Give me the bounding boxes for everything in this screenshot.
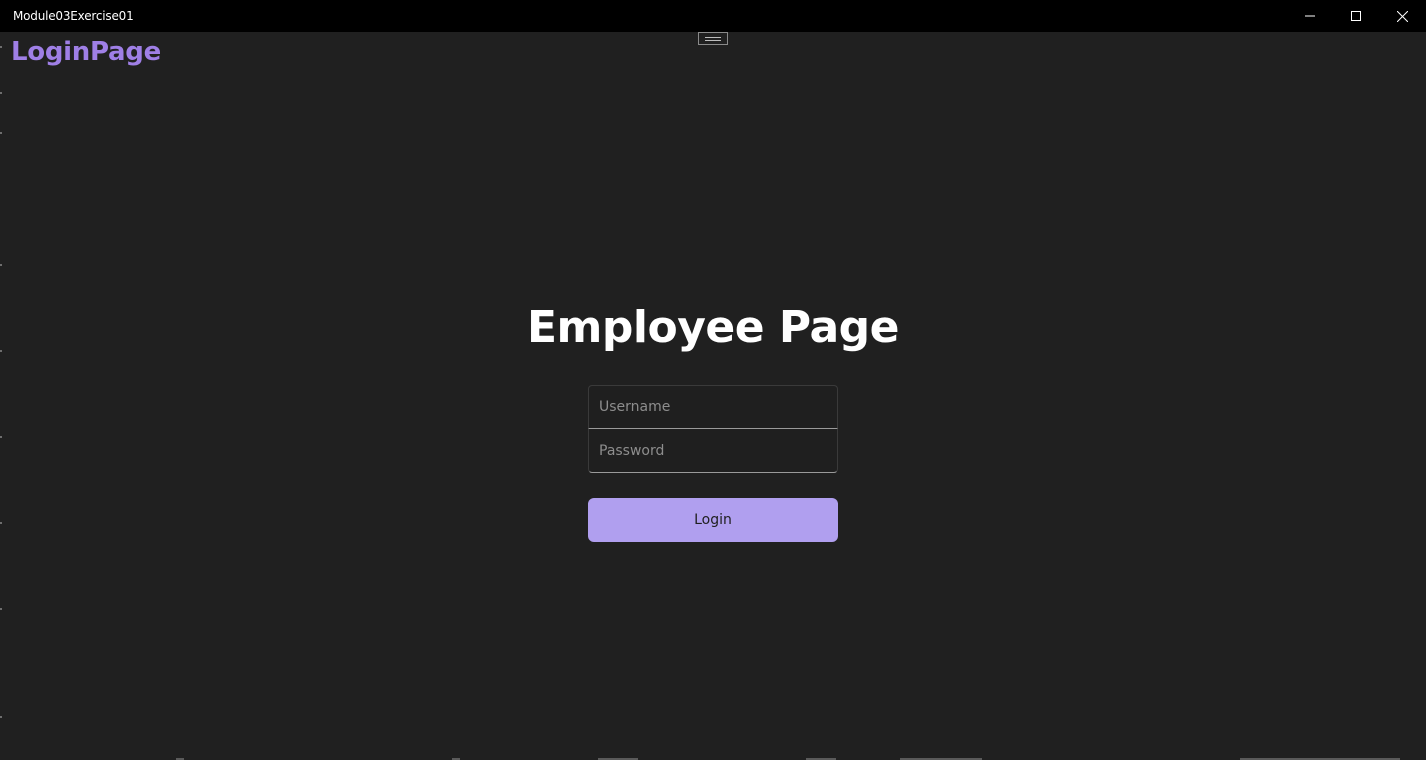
edge-mark	[0, 264, 2, 266]
maximize-icon	[1351, 11, 1361, 21]
edge-mark	[0, 436, 2, 438]
page-title: LoginPage	[11, 37, 161, 67]
edge-mark	[0, 716, 2, 718]
employee-page-heading: Employee Page	[527, 302, 900, 353]
password-input[interactable]	[588, 429, 838, 473]
edge-mark	[0, 46, 2, 48]
edge-mark	[0, 608, 2, 610]
close-icon	[1396, 10, 1408, 22]
close-button[interactable]	[1379, 0, 1425, 32]
window-title: Module03Exercise01	[13, 9, 134, 23]
title-bar[interactable]: Module03Exercise01	[0, 0, 1426, 32]
login-button[interactable]: Login	[588, 498, 838, 542]
edge-mark	[0, 92, 2, 94]
username-input[interactable]	[588, 385, 838, 429]
app-window: Module03Exercise01 LoginPage Employee Pa…	[0, 0, 1426, 760]
drag-handle[interactable]	[698, 32, 728, 45]
edge-mark	[0, 522, 2, 524]
minimize-button[interactable]	[1287, 0, 1333, 32]
maximize-button[interactable]	[1333, 0, 1379, 32]
edge-mark	[0, 132, 2, 134]
minimize-icon	[1305, 11, 1315, 21]
